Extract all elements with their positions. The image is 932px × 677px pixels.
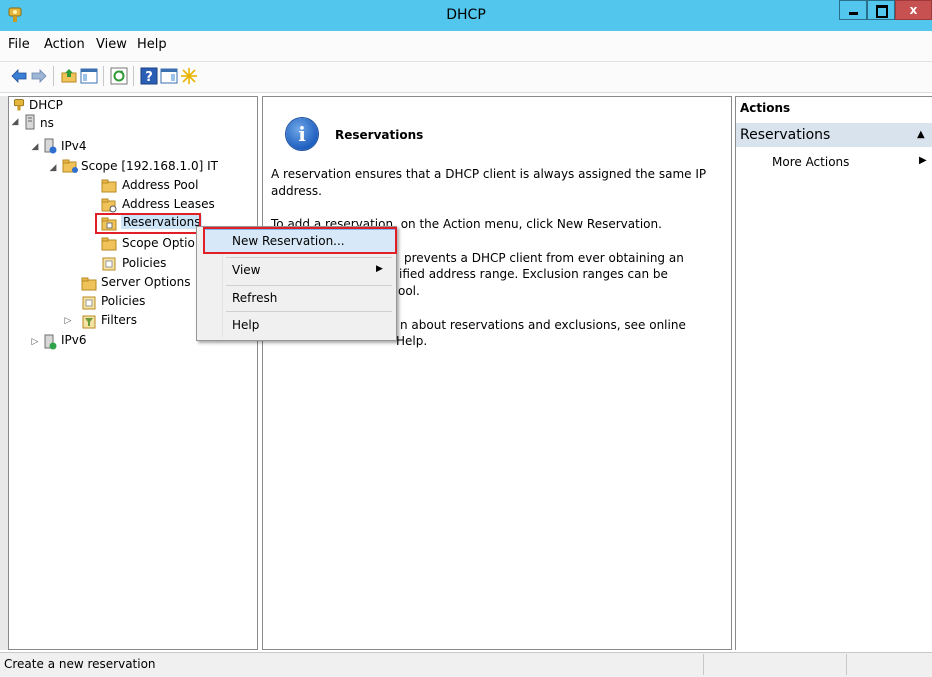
menu-help[interactable]: Help (137, 37, 167, 52)
result-text: A reservation ensures that a DHCP client… (271, 167, 707, 181)
tree-item-ipv4[interactable]: IPv4 (61, 139, 87, 153)
submenu-arrow-icon: ▶ (919, 155, 927, 166)
minimize-button[interactable] (839, 0, 867, 20)
actions-pane (735, 96, 932, 650)
result-text: address. (271, 184, 322, 198)
scope-options-icon (101, 237, 117, 251)
tree-item-server[interactable]: ns (40, 116, 54, 130)
help-icon[interactable]: ? (140, 67, 158, 85)
actions-section-label: Reservations (740, 127, 831, 143)
collapse-up-arrow-icon[interactable]: ▲ (917, 129, 925, 140)
svg-text:?: ? (145, 70, 153, 85)
refresh-icon[interactable] (110, 67, 128, 85)
context-view[interactable]: View (232, 259, 260, 281)
tree-item-scope[interactable]: Scope [192.168.1.0] IT (81, 159, 218, 173)
ipv4-icon (44, 138, 57, 154)
collapse-arrow-icon[interactable]: ◢ (30, 142, 40, 152)
tree-item-ipv6[interactable]: IPv6 (61, 333, 87, 347)
policies-icon (102, 257, 116, 271)
dhcp-app-icon (8, 7, 22, 22)
server-icon (25, 114, 35, 130)
ipv6-icon (44, 334, 57, 350)
forward-arrow-icon[interactable] (30, 67, 48, 85)
reservations-highlight-box (95, 213, 201, 234)
status-text: Create a new reservation (4, 657, 156, 671)
menu-action[interactable]: Action (44, 37, 85, 52)
expand-arrow-icon[interactable]: ▷ (30, 337, 40, 347)
server-options-icon (81, 277, 97, 291)
tree-item-filters[interactable]: Filters (101, 313, 137, 327)
tree-item-dhcp[interactable]: DHCP (29, 98, 63, 112)
back-arrow-icon[interactable] (10, 67, 28, 85)
policies-icon (82, 296, 96, 310)
tree-item-scope-options[interactable]: Scope Optio (122, 236, 195, 250)
context-refresh[interactable]: Refresh (232, 287, 277, 309)
menu-file[interactable]: File (8, 37, 30, 52)
show-hide-tree-icon[interactable] (80, 67, 98, 85)
tree-item-address-pool[interactable]: Address Pool (122, 178, 198, 192)
result-text: ified address range. Exclusion ranges ca… (399, 267, 668, 281)
collapse-arrow-icon[interactable]: ◢ (48, 163, 58, 173)
result-text: prevents a DHCP client from ever obtaini… (404, 251, 684, 265)
result-text: Help. (396, 334, 428, 348)
more-actions-item[interactable]: More Actions (772, 155, 849, 169)
toolbar-separator (133, 66, 134, 86)
close-button[interactable]: x (895, 0, 932, 20)
new-star-icon[interactable] (180, 67, 198, 85)
dhcp-root-icon (13, 99, 25, 111)
tree-item-policies[interactable]: Policies (101, 294, 145, 308)
window-title: DHCP (446, 7, 486, 23)
actions-header: Actions (740, 101, 791, 115)
info-icon-glyph: i (298, 122, 306, 146)
address-pool-icon (101, 179, 117, 193)
menu-view[interactable]: View (96, 37, 127, 52)
context-separator (226, 285, 392, 286)
new-reservation-highlight-box (203, 227, 397, 254)
context-help[interactable]: Help (232, 314, 259, 336)
expand-arrow-icon[interactable]: ▷ (63, 316, 73, 326)
result-text: ool. (398, 284, 420, 298)
show-hide-action-pane-icon[interactable] (160, 67, 178, 85)
result-heading: Reservations (335, 128, 424, 142)
scope-folder-icon (62, 159, 78, 173)
context-separator (226, 311, 392, 312)
toolbar-separator (103, 66, 104, 86)
submenu-arrow-icon: ▶ (376, 264, 383, 274)
tree-item-scope-policies[interactable]: Policies (122, 256, 166, 270)
actions-section-reservations[interactable]: Reservations (736, 123, 932, 147)
address-leases-icon (101, 198, 117, 213)
status-divider (703, 654, 704, 675)
left-gutter (0, 96, 8, 650)
tree-item-server-options[interactable]: Server Options (101, 275, 190, 289)
tree-item-address-leases[interactable]: Address Leases (122, 197, 215, 211)
context-separator (226, 257, 392, 258)
close-icon: x (909, 3, 918, 17)
toolbar-separator (53, 66, 54, 86)
status-divider (846, 654, 847, 675)
collapse-arrow-icon[interactable]: ◢ (10, 117, 20, 127)
filters-icon (82, 315, 96, 329)
result-text: n about reservations and exclusions, see… (400, 318, 686, 332)
maximize-button[interactable] (867, 0, 895, 20)
up-folder-icon[interactable] (60, 67, 78, 85)
